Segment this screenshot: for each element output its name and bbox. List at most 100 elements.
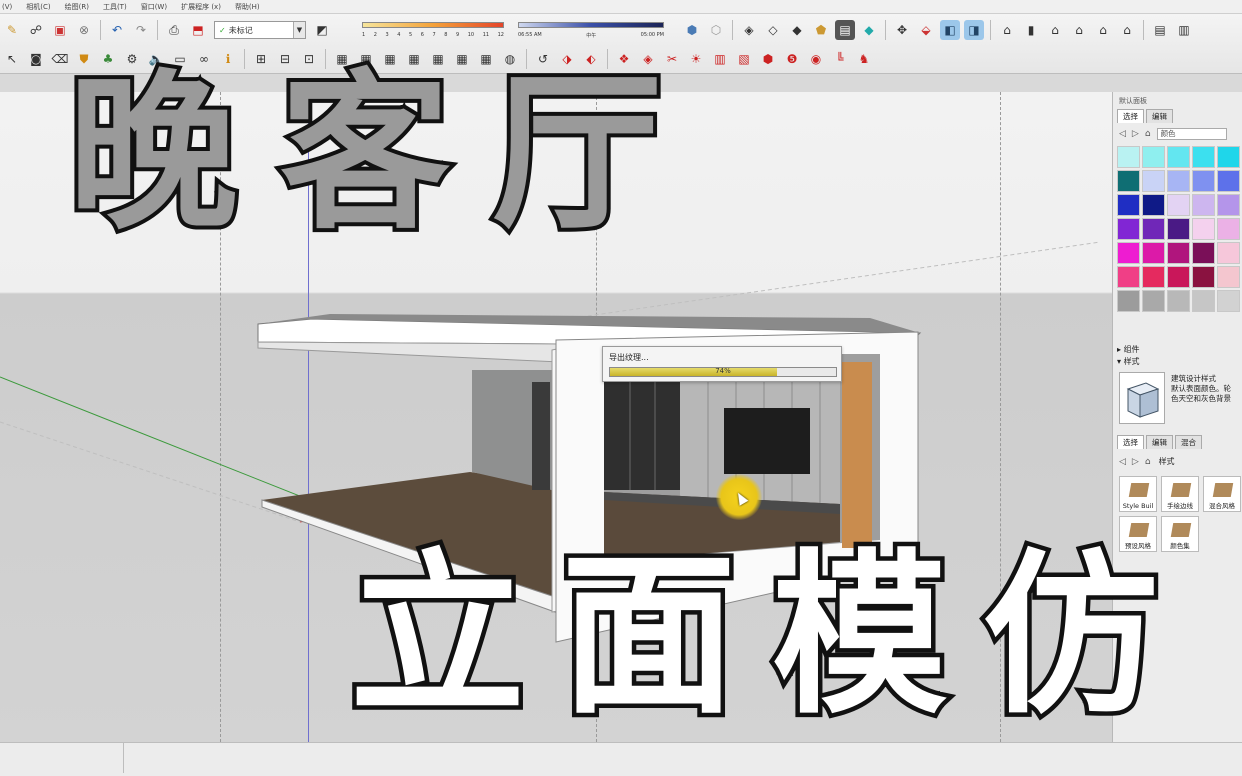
color-swatch[interactable] <box>1117 266 1140 288</box>
monochrome-icon[interactable]: ◆ <box>859 20 879 40</box>
top-view-icon[interactable]: ⬡ <box>706 20 726 40</box>
color-swatch[interactable] <box>1192 266 1215 288</box>
materials-library-dropdown[interactable]: 颜色 <box>1156 128 1227 140</box>
shadow-month-slider[interactable]: 1 2 3 4 5 6 7 8 9 10 11 12 <box>362 18 504 44</box>
tab-styles-select[interactable]: 选择 <box>1117 435 1144 449</box>
tape-measure-icon[interactable]: ☍ <box>26 20 46 40</box>
forward-arrow-icon[interactable]: ▷ <box>1132 129 1139 139</box>
print-icon[interactable]: ⎙ <box>164 20 184 40</box>
plugin-10-icon[interactable]: ❺ <box>782 49 802 69</box>
back-view-icon[interactable]: ⌂ <box>1117 20 1137 40</box>
color-swatch[interactable] <box>1167 266 1190 288</box>
month-gradient[interactable] <box>362 22 504 28</box>
color-swatch[interactable] <box>1142 242 1165 264</box>
menu-item-draw[interactable]: 绘图(R) <box>65 2 89 12</box>
color-swatch[interactable] <box>1167 146 1190 168</box>
color-swatch[interactable] <box>1217 194 1240 216</box>
xray-icon[interactable]: ◈ <box>739 20 759 40</box>
warehouse-icon[interactable]: ⌂ <box>997 20 1017 40</box>
color-swatch[interactable] <box>1217 146 1240 168</box>
style-thumb[interactable]: Style Buil <box>1119 476 1157 512</box>
forward-arrow-icon[interactable]: ▷ <box>1132 457 1139 467</box>
plugin-12-icon[interactable]: ╚ <box>830 49 850 69</box>
color-swatch[interactable] <box>1142 146 1165 168</box>
color-swatch[interactable] <box>1167 194 1190 216</box>
styles-section[interactable]: ▾ 样式 <box>1117 356 1140 367</box>
plugin-11-icon[interactable]: ◉ <box>806 49 826 69</box>
tab-edit[interactable]: 编辑 <box>1146 109 1173 123</box>
time-gradient[interactable] <box>518 22 664 28</box>
style-thumb[interactable]: 手绘边线 <box>1161 476 1199 512</box>
extension-warehouse-icon[interactable]: ▮ <box>1021 20 1041 40</box>
shaded-texture-icon[interactable]: ▤ <box>835 20 855 40</box>
home-icon[interactable]: ⌂ <box>1045 20 1065 40</box>
color-swatch[interactable] <box>1192 194 1215 216</box>
plugin-7-icon[interactable]: ▥ <box>710 49 730 69</box>
color-swatch[interactable] <box>1117 170 1140 192</box>
home-icon[interactable]: ⌂ <box>1145 457 1151 467</box>
section-plane-icon[interactable]: ⬙ <box>916 20 936 40</box>
color-swatch[interactable] <box>1192 146 1215 168</box>
bottom-view-icon[interactable]: ▥ <box>1174 20 1194 40</box>
tab-styles-edit[interactable]: 编辑 <box>1146 435 1173 449</box>
components-section[interactable]: ▸ 组件 <box>1117 344 1140 355</box>
left-view-icon[interactable]: ▤ <box>1150 20 1170 40</box>
color-swatch[interactable] <box>1142 266 1165 288</box>
orbit-icon[interactable]: ✥ <box>892 20 912 40</box>
color-swatch[interactable] <box>1117 218 1140 240</box>
menu-item-tools[interactable]: 工具(T) <box>103 2 127 12</box>
color-swatch[interactable] <box>1167 290 1190 312</box>
cancel-icon[interactable]: ⊗ <box>74 20 94 40</box>
menu-item-camera[interactable]: 相机(C) <box>26 2 50 12</box>
color-swatch[interactable] <box>1117 242 1140 264</box>
color-swatch[interactable] <box>1167 218 1190 240</box>
shadows-toggle-icon[interactable]: ◩ <box>312 20 332 40</box>
menu-item-window[interactable]: 窗口(W) <box>141 2 167 12</box>
pencil-icon[interactable]: ✎ <box>2 20 22 40</box>
undo-icon[interactable]: ↶ <box>107 20 127 40</box>
menu-item-view[interactable]: (V) <box>2 3 12 11</box>
wireframe-icon[interactable]: ◇ <box>763 20 783 40</box>
section-fill-icon[interactable]: ◨ <box>964 20 984 40</box>
color-swatch[interactable] <box>1167 242 1190 264</box>
iso-view-icon[interactable]: ⬢ <box>682 20 702 40</box>
plugin-8-icon[interactable]: ▧ <box>734 49 754 69</box>
color-swatch[interactable] <box>1192 242 1215 264</box>
back-arrow-icon[interactable]: ◁ <box>1119 129 1126 139</box>
color-swatch[interactable] <box>1192 290 1215 312</box>
redo-icon[interactable]: ↷ <box>131 20 151 40</box>
home-icon[interactable]: ⌂ <box>1145 129 1151 139</box>
color-swatch[interactable] <box>1217 218 1240 240</box>
right-view-icon[interactable]: ⌂ <box>1093 20 1113 40</box>
color-swatch[interactable] <box>1142 290 1165 312</box>
color-swatch[interactable] <box>1217 266 1240 288</box>
trash-icon[interactable]: ▣ <box>50 20 70 40</box>
style-thumb[interactable]: 混合风格 <box>1203 476 1241 512</box>
shaded-icon[interactable]: ⬟ <box>811 20 831 40</box>
color-swatch[interactable] <box>1117 290 1140 312</box>
back-arrow-icon[interactable]: ◁ <box>1119 457 1126 467</box>
tool-arrow-icon[interactable]: ↖ <box>2 49 22 69</box>
section-cut-icon[interactable]: ◧ <box>940 20 960 40</box>
color-swatch[interactable] <box>1142 218 1165 240</box>
color-swatch[interactable] <box>1167 170 1190 192</box>
color-swatch[interactable] <box>1117 146 1140 168</box>
camera-icon[interactable]: ◙ <box>26 49 46 69</box>
styles-library-dropdown[interactable]: 样式 <box>1159 456 1175 467</box>
hidden-line-icon[interactable]: ◆ <box>787 20 807 40</box>
tab-select[interactable]: 选择 <box>1117 109 1144 123</box>
color-swatch[interactable] <box>1117 194 1140 216</box>
front-view-icon[interactable]: ⌂ <box>1069 20 1089 40</box>
color-swatch[interactable] <box>1192 218 1215 240</box>
shadow-time-slider[interactable]: 06:55 AM 中午 05:00 PM <box>518 18 664 44</box>
paint-bucket-icon[interactable]: ⬒ <box>188 20 208 40</box>
tab-styles-mix[interactable]: 混合 <box>1175 435 1202 449</box>
color-swatch[interactable] <box>1217 242 1240 264</box>
color-swatch[interactable] <box>1192 170 1215 192</box>
color-swatch[interactable] <box>1142 194 1165 216</box>
plugin-9-icon[interactable]: ⬢ <box>758 49 778 69</box>
chevron-down-icon[interactable]: ▼ <box>293 22 305 38</box>
eraser-icon[interactable]: ⌫ <box>50 49 70 69</box>
color-swatch[interactable] <box>1217 170 1240 192</box>
color-swatch[interactable] <box>1142 170 1165 192</box>
